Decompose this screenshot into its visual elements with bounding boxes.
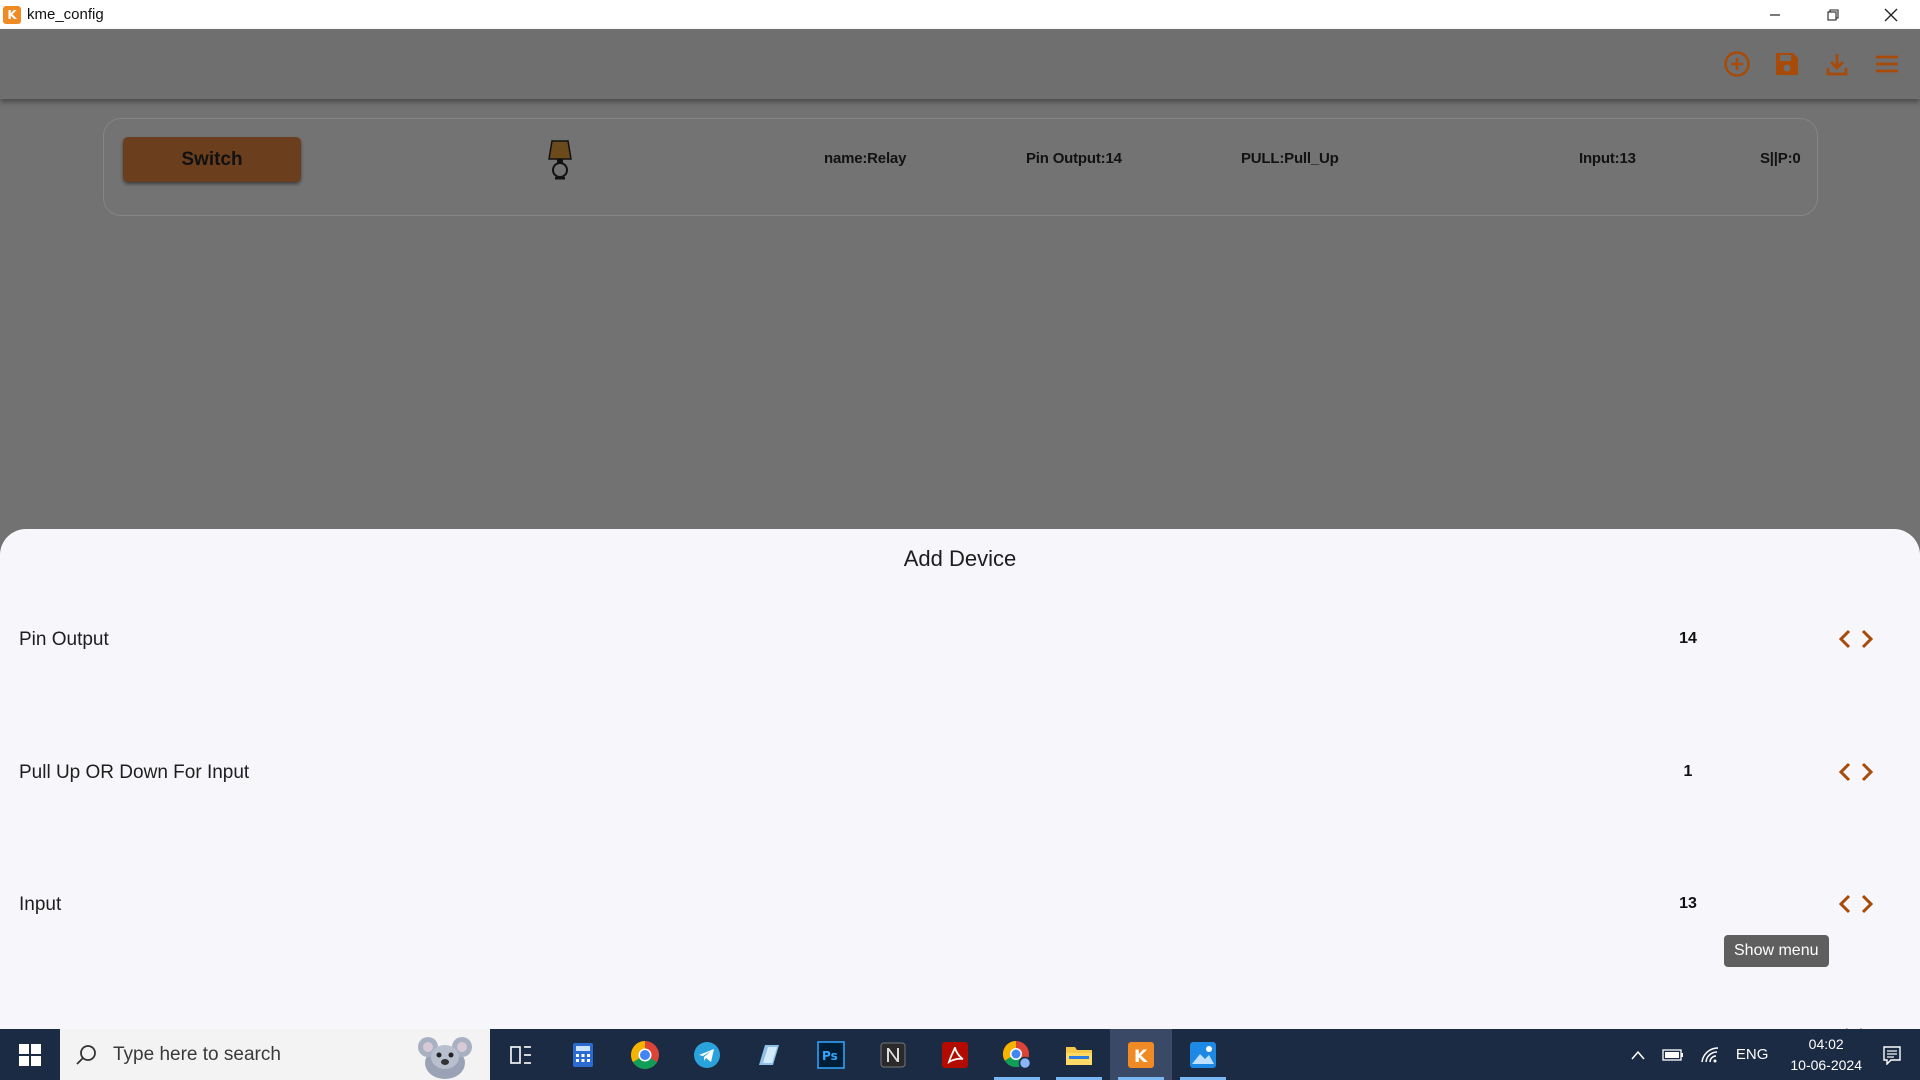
app-bar [0,29,1920,99]
show-hidden-icons-button[interactable] [1622,1029,1654,1080]
taskbar-photos[interactable] [1172,1029,1234,1080]
photos-icon [1190,1041,1216,1068]
window-title: kme_config [27,6,104,23]
pull-increment-button[interactable] [1858,761,1876,783]
device-pull: PULL:Pull_Up [1241,150,1339,167]
taskbar-acrobat[interactable] [924,1029,986,1080]
chevron-up-icon [1631,1050,1645,1059]
minimize-button[interactable] [1746,0,1804,29]
taskbar-photoshop[interactable]: Ps [800,1029,862,1080]
device-sip: S||P:0 [1760,150,1801,167]
taskbar-clock[interactable]: 04:02 10-06-2024 [1776,1034,1876,1076]
input-stepper [1836,893,1876,915]
input-label: Input [19,894,62,915]
system-tray: ENG 04:02 10-06-2024 [1622,1029,1920,1080]
chrome-icon [631,1040,659,1069]
file-explorer-icon [1066,1046,1092,1065]
clock-date: 10-06-2024 [1790,1056,1862,1073]
taskbar-chrome-profile[interactable] [986,1029,1048,1080]
chevron-right-icon [1861,629,1874,649]
svg-text:Ps: Ps [822,1049,838,1063]
taskbar-search[interactable]: Type here to search [60,1029,490,1080]
pull-label: Pull Up OR Down For Input [19,762,250,783]
switch-button[interactable]: Switch [123,137,301,182]
add-device-button[interactable] [1712,47,1762,81]
chrome-profile-icon [1002,1040,1032,1069]
input-value: 13 [1679,895,1697,912]
taskbar-chrome[interactable] [614,1029,676,1080]
telegram-icon [694,1041,720,1068]
app-logo-icon: K [3,5,21,24]
device-card[interactable]: Switch name:Relay Pin Output:14 PULL:Pul… [103,118,1818,216]
save-button[interactable] [1762,47,1812,81]
window-titlebar: K kme_config [0,0,1920,29]
input-language-button[interactable]: ENG [1728,1029,1777,1080]
notifications-button[interactable] [1876,1029,1920,1080]
sheet-title: Add Device [903,546,1017,571]
chevron-right-icon [1861,762,1874,782]
taskbar-notion[interactable] [862,1029,924,1080]
svg-text:K: K [1134,1047,1148,1067]
device-pin-output: Pin Output:14 [1026,150,1122,167]
pin-output-label: Pin Output [19,629,109,650]
lamp-icon [548,140,572,180]
close-button[interactable] [1862,0,1920,29]
taskbar-task-view[interactable] [490,1029,552,1080]
battery-icon [1662,1048,1683,1061]
wifi-icon [1701,1046,1718,1062]
chevron-left-icon [1838,762,1851,782]
taskbar-calculator[interactable] [552,1029,614,1080]
pin-output-value: 14 [1679,630,1697,647]
taskbar-file-explorer[interactable] [1048,1029,1110,1080]
input-increment-button[interactable] [1858,893,1876,915]
pin-output-decrement-button[interactable] [1836,628,1854,650]
chevron-left-icon [1838,894,1851,914]
kme-config-icon: K [1128,1041,1154,1068]
search-icon [75,1043,99,1067]
search-highlight-icon [418,1037,472,1079]
minimize-icon [1770,13,1780,16]
task-view-icon [510,1045,531,1064]
menu-button[interactable] [1862,47,1912,81]
calculator-icon [573,1042,593,1067]
input-decrement-button[interactable] [1836,893,1854,915]
windows-logo-icon [19,1043,41,1066]
chevron-left-icon [1838,629,1851,649]
windows-taskbar: Type here to search Ps K ENG 04:02 10-06… [0,1029,1920,1080]
download-icon [1826,54,1848,76]
download-button[interactable] [1812,47,1862,81]
photoshop-icon: Ps [817,1040,845,1069]
restore-icon [1827,8,1839,21]
battery-button[interactable] [1654,1029,1692,1080]
network-button[interactable] [1692,1029,1728,1080]
pin-output-stepper [1836,628,1876,650]
notification-icon [1883,1045,1901,1065]
device-name: name:Relay [824,150,907,167]
acrobat-icon [942,1041,968,1068]
pull-decrement-button[interactable] [1836,761,1854,783]
add-device-sheet: Add Device Pin Output 14 Pull Up OR Down… [0,529,1920,1029]
chevron-right-icon [1861,894,1874,914]
taskbar-kme-config[interactable]: K [1110,1029,1172,1080]
pull-stepper [1836,761,1876,783]
restore-button[interactable] [1804,0,1862,29]
taskbar-telegram[interactable] [676,1029,738,1080]
menu-icon [1876,55,1898,73]
notion-icon [880,1042,906,1067]
taskbar-notepad-app[interactable] [738,1029,800,1080]
show-menu-tooltip: Show menu [1724,935,1829,967]
search-placeholder: Type here to search [113,1043,281,1065]
start-button[interactable] [0,1029,60,1080]
add-device-icon [1724,51,1750,77]
close-icon [1884,8,1898,21]
clock-time: 04:02 [1808,1035,1844,1052]
pin-output-increment-button[interactable] [1858,628,1876,650]
pull-value: 1 [1683,763,1693,780]
save-icon [1776,53,1798,75]
device-input: Input:13 [1579,150,1636,167]
notepad-app-icon [759,1044,779,1065]
